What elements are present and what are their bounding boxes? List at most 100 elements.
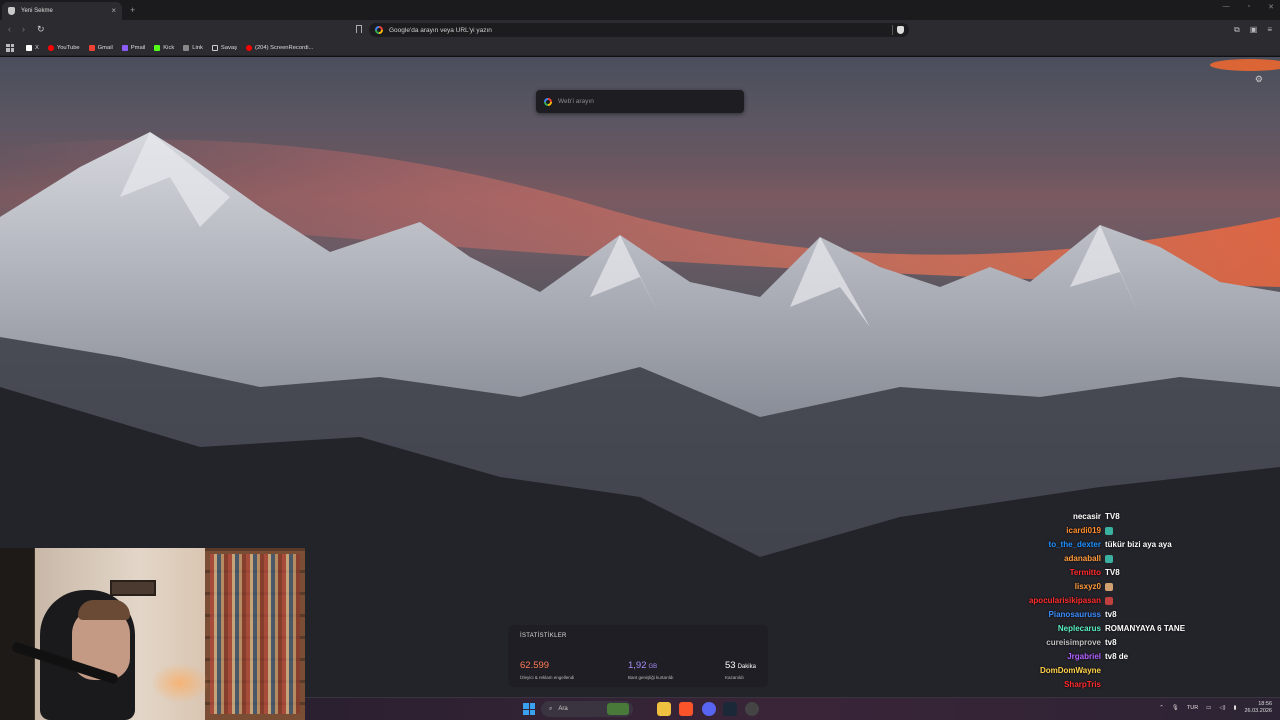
chat-message: to_the_dexter tükür bizi aya aya	[1000, 538, 1240, 551]
brave-icon[interactable]	[679, 702, 693, 716]
language-indicator[interactable]: TUR	[1187, 705, 1198, 711]
browser-toolbar: ‹ › ↻ Google'da arayın veya URL'yi yazın…	[0, 20, 1280, 40]
file-explorer-icon[interactable]	[657, 702, 671, 716]
extensions-icon[interactable]: ⧉	[1234, 25, 1240, 35]
bookmark-label: X	[35, 44, 39, 51]
web-search-box[interactable]: Web'i arayın	[536, 90, 744, 113]
brave-shield-icon	[8, 7, 15, 15]
bookmark-icon[interactable]	[356, 25, 362, 33]
toolbar-right: ⧉ ▣ ≡	[1234, 25, 1272, 35]
webcam-lamp-glow	[150, 663, 210, 703]
menu-icon[interactable]: ≡	[1267, 25, 1272, 35]
bookmark-pmail[interactable]: Pmail	[121, 44, 145, 51]
chat-message: icardi019	[1000, 524, 1240, 537]
chat-text: tv8 de	[1105, 652, 1129, 661]
bookmark-label: (204) ScreenRecordi...	[255, 44, 314, 51]
windows-taskbar: ⌕ Ara ⌃ 🎙 TUR ▭ ◁) ▮ 18:56 26.03.2026	[305, 697, 1280, 720]
battery-icon[interactable]: ▮	[1233, 705, 1236, 711]
chat-message: Pianosauruss tv8	[1000, 608, 1240, 621]
gear-icon[interactable]: ⚙	[1255, 74, 1263, 85]
chat-message: adanaball	[1000, 552, 1240, 565]
emote-icon	[1105, 526, 1113, 535]
close-tab-icon[interactable]: ×	[111, 6, 116, 15]
chat-message: necasir TV8	[1000, 510, 1240, 523]
webcam-overlay	[0, 548, 305, 720]
chat-username: DomDomWayne	[1039, 666, 1101, 675]
chat-message: SharpTris	[1000, 678, 1240, 691]
bookmark-label: YouTube	[56, 44, 80, 51]
bookmark-savas[interactable]: Savaş	[211, 44, 237, 51]
mail-icon	[121, 44, 128, 51]
address-bar-placeholder: Google'da arayın veya URL'yi yazın	[389, 26, 492, 34]
chat-message: DomDomWayne	[1000, 664, 1240, 677]
youtube-icon	[47, 44, 54, 51]
bookmark-link[interactable]: Link	[183, 44, 203, 51]
chat-message: Termitto TV8	[1000, 566, 1240, 579]
clock-date: 26.03.2026	[1244, 708, 1272, 714]
link-icon	[183, 44, 190, 51]
taskbar-search[interactable]: ⌕ Ara	[541, 701, 633, 717]
emote-icon	[1105, 582, 1113, 591]
chat-text: tv8	[1105, 638, 1117, 647]
chat-username: Neplecarus	[1057, 624, 1101, 633]
chevron-up-icon[interactable]: ⌃	[1159, 705, 1164, 711]
reload-icon[interactable]: ↻	[37, 24, 45, 35]
bookmark-screenrecording[interactable]: (204) ScreenRecordi...	[246, 44, 314, 51]
screen: Yeni Sekme × + — ▫ ✕ ‹ › ↻ Google'da ara…	[0, 0, 1280, 720]
brave-shields-icon[interactable]	[897, 26, 904, 34]
time-value: 53	[725, 660, 736, 671]
x-icon	[26, 44, 32, 51]
search-icon: ⌕	[549, 705, 553, 712]
obs-icon[interactable]	[745, 702, 759, 716]
stats-title: İSTATİSTİKLER	[520, 633, 567, 639]
stat-bandwidth: 1,92 GB Bant genişliği kurtarıldı	[628, 655, 674, 680]
chat-message: Jrgabriel tv8 de	[1000, 650, 1240, 663]
bookmark-x[interactable]: X	[26, 44, 39, 51]
chat-text: TV8	[1105, 568, 1120, 577]
clock[interactable]: 18:56 26.03.2026	[1244, 701, 1272, 715]
youtube-icon	[246, 44, 253, 51]
google-icon	[375, 26, 383, 34]
chat-username: SharpTris	[1064, 680, 1101, 689]
discord-icon[interactable]	[702, 702, 716, 716]
kick-icon	[154, 44, 161, 51]
taskbar-search-label: Ara	[558, 706, 568, 712]
chat-text: ROMANYAYA 6 TANE	[1105, 624, 1186, 633]
forward-icon[interactable]: ›	[22, 24, 25, 34]
volume-icon[interactable]: ◁)	[1219, 705, 1225, 711]
chat-username: cureisimprove	[1046, 638, 1101, 647]
steam-icon[interactable]	[723, 702, 737, 716]
windows-start-icon[interactable]	[523, 703, 535, 715]
maximize-icon[interactable]: ▫	[1248, 3, 1250, 11]
back-icon[interactable]: ‹	[8, 24, 11, 34]
clock-time: 18:56	[1258, 701, 1272, 707]
chat-username: to_the_dexter	[1048, 540, 1101, 549]
folder-icon	[211, 44, 218, 51]
new-tab-button[interactable]: +	[130, 5, 135, 15]
bookmarks-bar: X YouTube Gmail Pmail Kick Link Savaş (2…	[0, 40, 1280, 56]
tab-title: Yeni Sekme	[21, 8, 53, 14]
bookmark-label: Link	[192, 44, 203, 51]
tab-new-tab[interactable]: Yeni Sekme ×	[2, 2, 122, 20]
minimize-icon[interactable]: —	[1223, 3, 1230, 11]
bookmark-kick[interactable]: Kick	[154, 44, 174, 51]
emote-icon	[1105, 554, 1113, 563]
time-unit: Dakika	[737, 664, 756, 670]
chat-message: Neplecarus ROMANYAYA 6 TANE	[1000, 622, 1240, 635]
tab-bar: Yeni Sekme × + — ▫ ✕	[0, 0, 1280, 20]
network-icon[interactable]: ▭	[1206, 705, 1211, 711]
address-bar[interactable]: Google'da arayın veya URL'yi yazın	[369, 23, 909, 37]
chat-text: tv8	[1105, 610, 1117, 619]
bookmark-gmail[interactable]: Gmail	[88, 44, 113, 51]
emote-icon	[1105, 596, 1113, 605]
ads-blocked-value: 62.599	[520, 660, 550, 671]
chat-message: cureisimprove tv8	[1000, 636, 1240, 649]
apps-grid-icon[interactable]	[6, 43, 14, 52]
microphone-tray-icon[interactable]: 🎙	[1172, 705, 1179, 711]
wallet-icon[interactable]: ▣	[1250, 25, 1258, 35]
webcam-picture-frame	[110, 580, 156, 596]
time-label: Kazanıldı	[725, 675, 744, 680]
bookmark-youtube[interactable]: YouTube	[47, 44, 80, 51]
window-controls: — ▫ ✕	[1223, 3, 1274, 11]
close-window-icon[interactable]: ✕	[1268, 3, 1274, 11]
